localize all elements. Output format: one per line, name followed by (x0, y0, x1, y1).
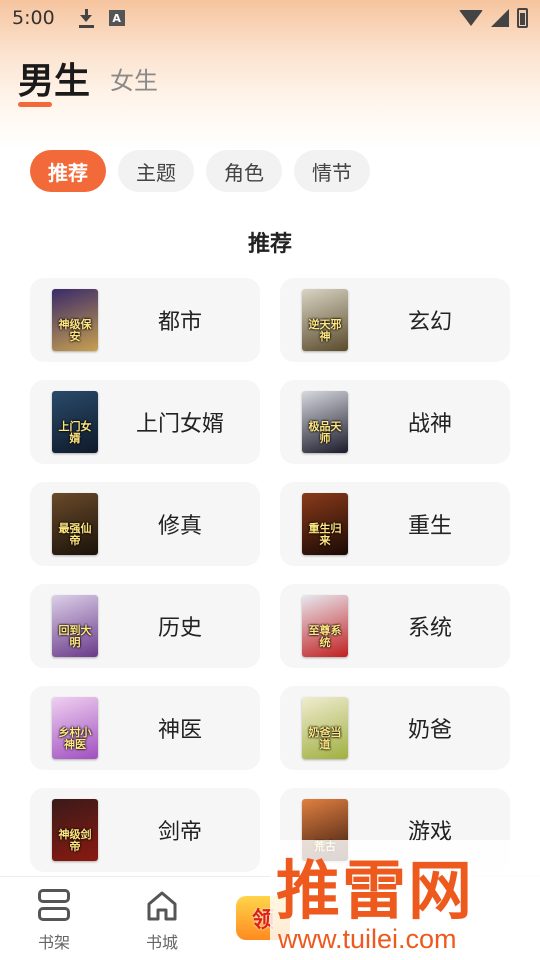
battery-icon (517, 8, 528, 28)
book-cover-image: 重生归来 (302, 493, 348, 555)
gender-tabs: 男生 女生 (18, 52, 158, 108)
category-label: 奶爸 (407, 718, 452, 743)
book-cover-image: 极品天师 (302, 391, 348, 453)
filter-chips: 推荐 主题 角色 情节 (30, 150, 370, 192)
tab-male[interactable]: 男生 (18, 52, 90, 108)
category-card[interactable]: 神级保安 都市 (30, 278, 260, 362)
category-grid: 神级保安 都市 逆天邪神 玄幻上门女婿 上门女婿 极品天师 战神最强仙帝 修真 重生归来 重生回到… (30, 278, 510, 872)
section-title: 推荐 (247, 232, 292, 257)
watermark-url: www.tuilei.com (278, 924, 457, 954)
category-card[interactable]: 逆天邪神 玄幻 (280, 278, 510, 362)
category-label: 神医 (157, 718, 202, 743)
book-cover-title: 逆天邪神 (308, 318, 342, 343)
nav-label-store: 书城 (145, 933, 178, 952)
book-cover-image: 奶爸当道 (302, 697, 348, 759)
nav-item-shelf[interactable]: 书架 (0, 877, 108, 960)
book-cover-title: 重生归来 (308, 522, 342, 547)
category-card[interactable]: 重生归来 重生 (280, 482, 510, 566)
category-card[interactable]: 奶爸当道 奶爸 (280, 686, 510, 770)
category-card[interactable]: 上门女婿 上门女婿 (30, 380, 260, 464)
category-label: 上门女婿 (135, 412, 224, 437)
signal-icon (491, 9, 509, 27)
category-label: 修真 (157, 514, 202, 539)
category-card[interactable]: 最强仙帝 修真 (30, 482, 260, 566)
category-label: 历史 (157, 616, 202, 641)
book-cover-title: 神级保安 (58, 318, 92, 343)
home-icon (145, 889, 179, 923)
book-cover-image: 神级保安 (52, 289, 98, 351)
category-label: 都市 (157, 310, 202, 335)
active-tab-indicator (18, 102, 52, 107)
nav-item-store[interactable]: 书城 (108, 877, 216, 960)
book-cover-image: 逆天邪神 (302, 289, 348, 351)
book-cover-image: 回到大明 (52, 595, 98, 657)
watermark-logo: 推雷网 (276, 855, 474, 929)
category-label: 剑帝 (157, 820, 202, 845)
download-icon (77, 8, 95, 28)
book-cover-image: 至尊系统 (302, 595, 348, 657)
shelf-icon (38, 889, 70, 923)
category-card[interactable]: 至尊系统 系统 (280, 584, 510, 668)
book-cover-title: 至尊系统 (308, 624, 342, 649)
status-bar: 5:00 A (0, 0, 540, 36)
book-cover-title: 极品天师 (308, 420, 342, 445)
wifi-icon (459, 10, 483, 26)
book-cover-title: 回到大明 (58, 624, 92, 649)
chip-theme[interactable]: 主题 (118, 150, 194, 192)
category-label: 系统 (407, 616, 452, 641)
book-cover-title: 乡村小神医 (58, 726, 92, 751)
category-card[interactable]: 神级剑帝 剑帝 (30, 788, 260, 872)
book-cover-image: 乡村小神医 (52, 697, 98, 759)
book-cover-title: 上门女婿 (58, 420, 92, 445)
category-card[interactable]: 回到大明 历史 (30, 584, 260, 668)
book-cover-image: 神级剑帝 (52, 799, 98, 861)
book-cover-title: 最强仙帝 (58, 522, 92, 547)
a-icon: A (108, 10, 125, 26)
category-label: 玄幻 (407, 310, 452, 335)
status-time: 5:00 (12, 7, 55, 29)
nav-label-shelf: 书架 (37, 933, 70, 952)
book-cover-image: 最强仙帝 (52, 493, 98, 555)
category-label: 重生 (407, 514, 452, 539)
category-label: 战神 (407, 412, 452, 437)
chip-recommend[interactable]: 推荐 (30, 150, 106, 192)
chip-role[interactable]: 角色 (206, 150, 282, 192)
book-cover-title: 奶爸当道 (308, 726, 342, 751)
tab-female[interactable]: 女生 (110, 61, 158, 108)
book-cover-title: 神级剑帝 (58, 828, 92, 853)
book-cover-image: 上门女婿 (52, 391, 98, 453)
category-card[interactable]: 极品天师 战神 (280, 380, 510, 464)
chip-plot[interactable]: 情节 (294, 150, 370, 192)
category-card[interactable]: 乡村小神医 神医 (30, 686, 260, 770)
